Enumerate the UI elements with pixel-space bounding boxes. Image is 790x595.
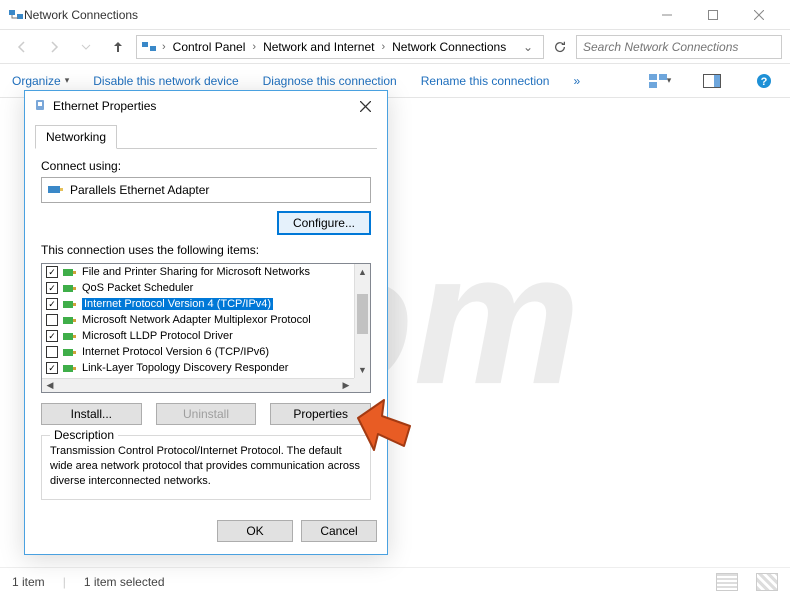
list-item-label: Microsoft LLDP Protocol Driver bbox=[82, 330, 233, 342]
window-title: Network Connections bbox=[24, 8, 138, 22]
address-dropdown[interactable]: ⌄ bbox=[517, 40, 539, 54]
protocol-icon bbox=[63, 331, 77, 341]
protocol-icon bbox=[63, 267, 77, 277]
list-item-label: QoS Packet Scheduler bbox=[82, 282, 193, 294]
checkbox[interactable]: ✓ bbox=[46, 330, 58, 342]
tab-networking[interactable]: Networking bbox=[35, 125, 117, 149]
diagnose-button[interactable]: Diagnose this connection bbox=[263, 74, 397, 88]
dialog-title: Ethernet Properties bbox=[53, 99, 156, 113]
refresh-button[interactable] bbox=[548, 35, 572, 59]
item-count: 1 item bbox=[12, 575, 45, 589]
list-item-label: Link-Layer Topology Discovery Responder bbox=[82, 362, 288, 374]
adapter-name: Parallels Ethernet Adapter bbox=[70, 183, 209, 197]
chevron-right-icon[interactable]: › bbox=[247, 41, 261, 53]
tab-strip: Networking bbox=[35, 125, 377, 149]
scroll-thumb[interactable] bbox=[357, 294, 368, 334]
network-adapter-icon bbox=[48, 183, 64, 198]
network-connections-icon bbox=[8, 7, 24, 23]
description-text: Transmission Control Protocol/Internet P… bbox=[50, 444, 362, 489]
close-button[interactable] bbox=[736, 0, 782, 30]
configure-button[interactable]: Configure... bbox=[277, 211, 371, 235]
maximize-button[interactable] bbox=[690, 0, 736, 30]
details-view-button[interactable] bbox=[716, 573, 738, 591]
network-connections-icon bbox=[141, 39, 157, 55]
annotation-arrow-icon bbox=[352, 396, 416, 460]
ethernet-icon bbox=[33, 98, 47, 115]
organize-menu[interactable]: Organize ▾ bbox=[12, 74, 69, 88]
dialog-titlebar[interactable]: Ethernet Properties bbox=[25, 91, 387, 121]
chevron-right-icon[interactable]: › bbox=[376, 41, 390, 53]
protocol-icon bbox=[63, 299, 77, 309]
recent-locations-button[interactable] bbox=[72, 33, 100, 61]
protocol-icon bbox=[63, 347, 77, 357]
list-item[interactable]: Microsoft Network Adapter Multiplexor Pr… bbox=[42, 312, 354, 328]
overflow-button[interactable]: » bbox=[573, 74, 580, 88]
list-item[interactable]: ✓ QoS Packet Scheduler bbox=[42, 280, 354, 296]
titlebar: Network Connections bbox=[0, 0, 790, 30]
selection-count: 1 item selected bbox=[84, 575, 165, 589]
checkbox[interactable]: ✓ bbox=[46, 298, 58, 310]
disable-device-button[interactable]: Disable this network device bbox=[93, 74, 238, 88]
scroll-right-button[interactable]: ▶ bbox=[338, 379, 354, 392]
status-bar: 1 item | 1 item selected bbox=[0, 567, 790, 595]
checkbox[interactable]: ✓ bbox=[46, 362, 58, 374]
list-item[interactable]: ✓ Microsoft LLDP Protocol Driver bbox=[42, 328, 354, 344]
rename-button[interactable]: Rename this connection bbox=[421, 74, 550, 88]
list-item-label: Microsoft Network Adapter Multiplexor Pr… bbox=[82, 314, 311, 326]
change-view-button[interactable]: ▾ bbox=[646, 69, 674, 93]
install-button[interactable]: Install... bbox=[41, 403, 142, 425]
description-group: Description Transmission Control Protoco… bbox=[41, 435, 371, 500]
search-input[interactable] bbox=[576, 35, 782, 59]
svg-text:?: ? bbox=[761, 76, 768, 88]
help-button[interactable]: ? bbox=[750, 69, 778, 93]
list-item[interactable]: ✓ Link-Layer Topology Discovery Responder bbox=[42, 360, 354, 376]
list-item-label: Internet Protocol Version 4 (TCP/IPv4) bbox=[82, 298, 273, 310]
items-label: This connection uses the following items… bbox=[41, 243, 371, 257]
checkbox[interactable] bbox=[46, 346, 58, 358]
address-bar: › Control Panel › Network and Internet ›… bbox=[0, 30, 790, 64]
checkbox[interactable]: ✓ bbox=[46, 282, 58, 294]
scroll-left-button[interactable]: ◀ bbox=[42, 379, 58, 392]
protocol-icon bbox=[63, 315, 77, 325]
list-item-label: Internet Protocol Version 6 (TCP/IPv6) bbox=[82, 346, 269, 358]
ok-button[interactable]: OK bbox=[217, 520, 293, 542]
checkbox[interactable]: ✓ bbox=[46, 266, 58, 278]
forward-button[interactable] bbox=[40, 33, 68, 61]
uninstall-button[interactable]: Uninstall bbox=[156, 403, 257, 425]
adapter-field[interactable]: Parallels Ethernet Adapter bbox=[41, 177, 371, 203]
up-button[interactable] bbox=[104, 33, 132, 61]
scroll-down-button[interactable]: ▼ bbox=[355, 362, 370, 378]
breadcrumb-item[interactable]: Control Panel bbox=[171, 40, 248, 54]
protocol-icon bbox=[63, 283, 77, 293]
connect-using-label: Connect using: bbox=[41, 159, 371, 173]
description-label: Description bbox=[50, 428, 118, 442]
list-item[interactable]: Internet Protocol Version 6 (TCP/IPv6) bbox=[42, 344, 354, 360]
scroll-up-button[interactable]: ▲ bbox=[355, 264, 370, 280]
vertical-scrollbar[interactable]: ▲ ▼ bbox=[354, 264, 370, 378]
protocol-icon bbox=[63, 363, 77, 373]
back-button[interactable] bbox=[8, 33, 36, 61]
list-item-label: File and Printer Sharing for Microsoft N… bbox=[82, 266, 310, 278]
preview-pane-button[interactable] bbox=[698, 69, 726, 93]
ethernet-properties-dialog: Ethernet Properties Networking Connect u… bbox=[24, 90, 388, 555]
list-item[interactable]: ✓ File and Printer Sharing for Microsoft … bbox=[42, 264, 354, 280]
chevron-right-icon[interactable]: › bbox=[157, 41, 171, 53]
large-icons-view-button[interactable] bbox=[756, 573, 778, 591]
cancel-button[interactable]: Cancel bbox=[301, 520, 377, 542]
checkbox[interactable] bbox=[46, 314, 58, 326]
breadcrumb-item[interactable]: Network and Internet bbox=[261, 40, 376, 54]
breadcrumb-item[interactable]: Network Connections bbox=[390, 40, 508, 54]
minimize-button[interactable] bbox=[644, 0, 690, 30]
breadcrumb[interactable]: › Control Panel › Network and Internet ›… bbox=[136, 35, 544, 59]
horizontal-scrollbar[interactable]: ◀ ▶ bbox=[42, 378, 354, 392]
connection-items-list[interactable]: ✓ File and Printer Sharing for Microsoft … bbox=[41, 263, 371, 393]
list-item[interactable]: ✓ Internet Protocol Version 4 (TCP/IPv4) bbox=[42, 296, 354, 312]
dialog-close-button[interactable] bbox=[351, 92, 379, 120]
